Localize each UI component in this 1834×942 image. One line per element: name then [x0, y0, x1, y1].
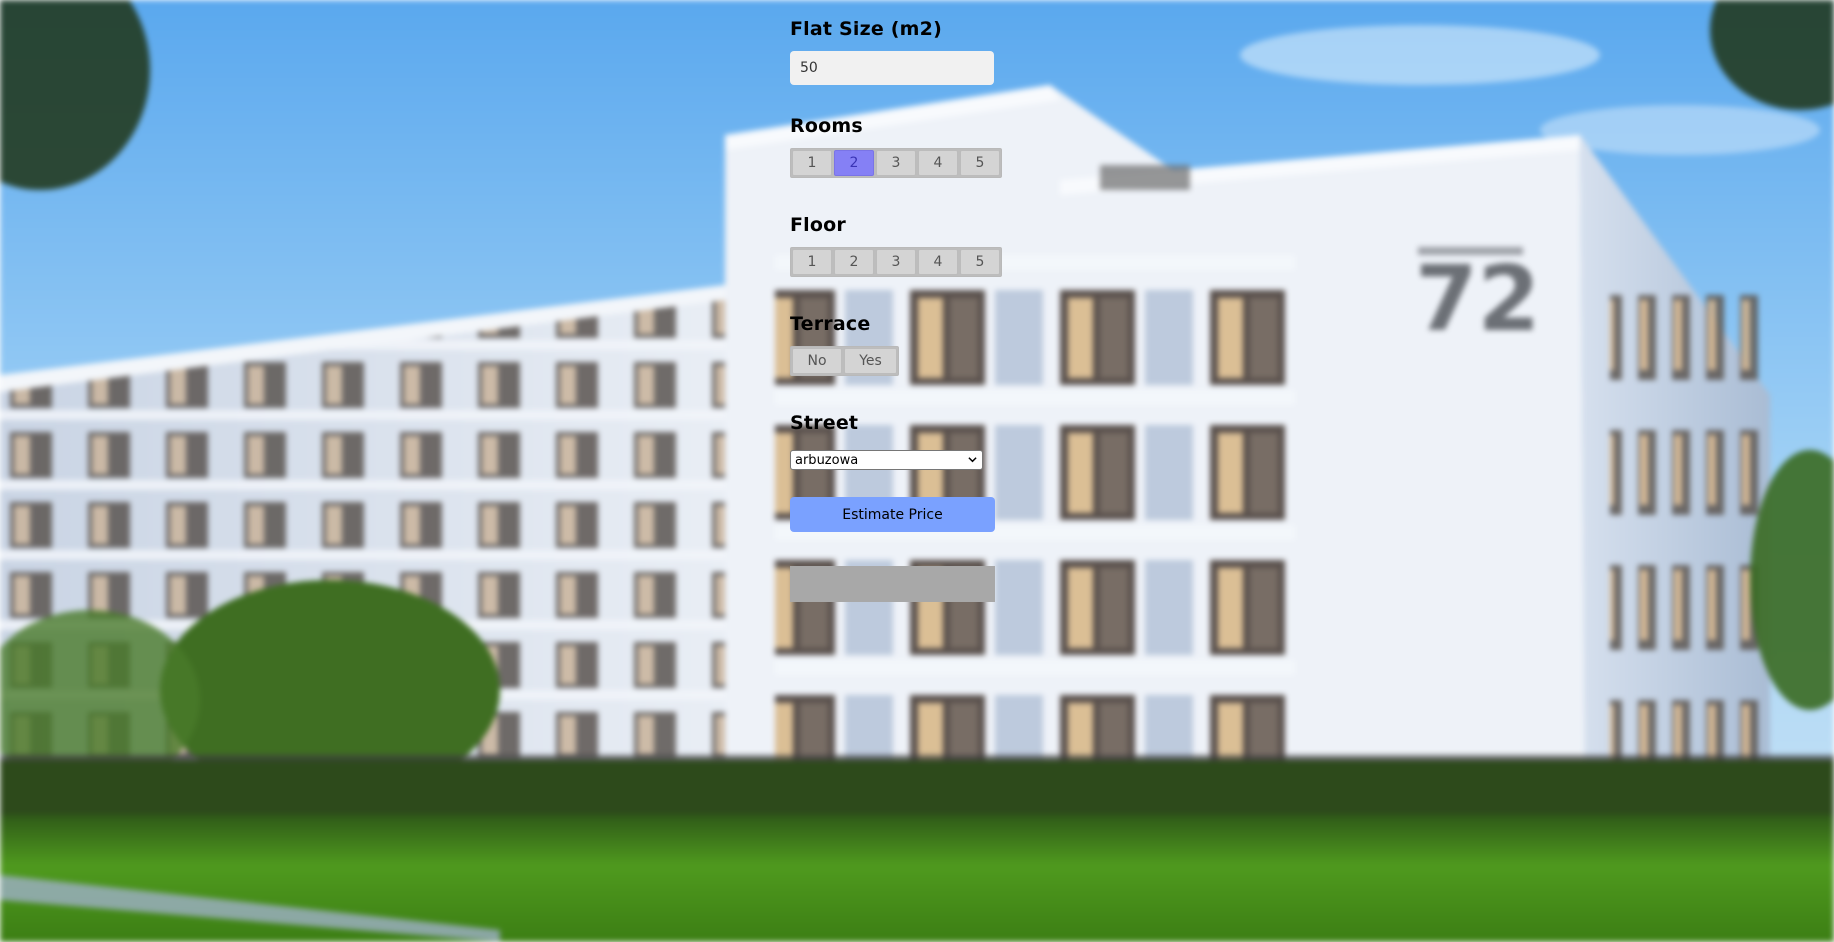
rooms-option-1[interactable]: 1 [792, 150, 832, 176]
street-select[interactable]: arbuzowa [790, 450, 983, 470]
street-select-value: arbuzowa [795, 452, 859, 468]
terrace-button-group: No Yes [790, 346, 899, 376]
floor-label: Floor [790, 214, 846, 236]
street-label: Street [790, 412, 859, 434]
floor-option-2[interactable]: 2 [834, 249, 874, 275]
background-building-image: 72 [0, 0, 1834, 942]
floor-button-group: 1 2 3 4 5 [790, 247, 1002, 277]
rooms-option-4[interactable]: 4 [918, 150, 958, 176]
rooms-option-3[interactable]: 3 [876, 150, 916, 176]
rooms-option-2[interactable]: 2 [834, 150, 874, 176]
terrace-label: Terrace [790, 313, 871, 335]
rooms-option-5[interactable]: 5 [960, 150, 1000, 176]
floor-option-5[interactable]: 5 [960, 249, 1000, 275]
rooms-button-group: 1 2 3 4 5 [790, 148, 1002, 178]
flat-size-input[interactable] [790, 51, 994, 85]
estimate-price-button[interactable]: Estimate Price [790, 497, 995, 532]
flat-size-label: Flat Size (m2) [790, 18, 942, 40]
floor-option-4[interactable]: 4 [918, 249, 958, 275]
floor-option-1[interactable]: 1 [792, 249, 832, 275]
floor-option-3[interactable]: 3 [876, 249, 916, 275]
terrace-option-yes[interactable]: Yes [844, 348, 897, 374]
page: 72 Flat Size (m2) Rooms 1 2 3 [0, 0, 1834, 942]
chevron-down-icon [968, 457, 977, 463]
terrace-option-no[interactable]: No [792, 348, 842, 374]
price-result-box [790, 566, 995, 602]
svg-text:72: 72 [1415, 247, 1540, 352]
rooms-label: Rooms [790, 115, 863, 137]
